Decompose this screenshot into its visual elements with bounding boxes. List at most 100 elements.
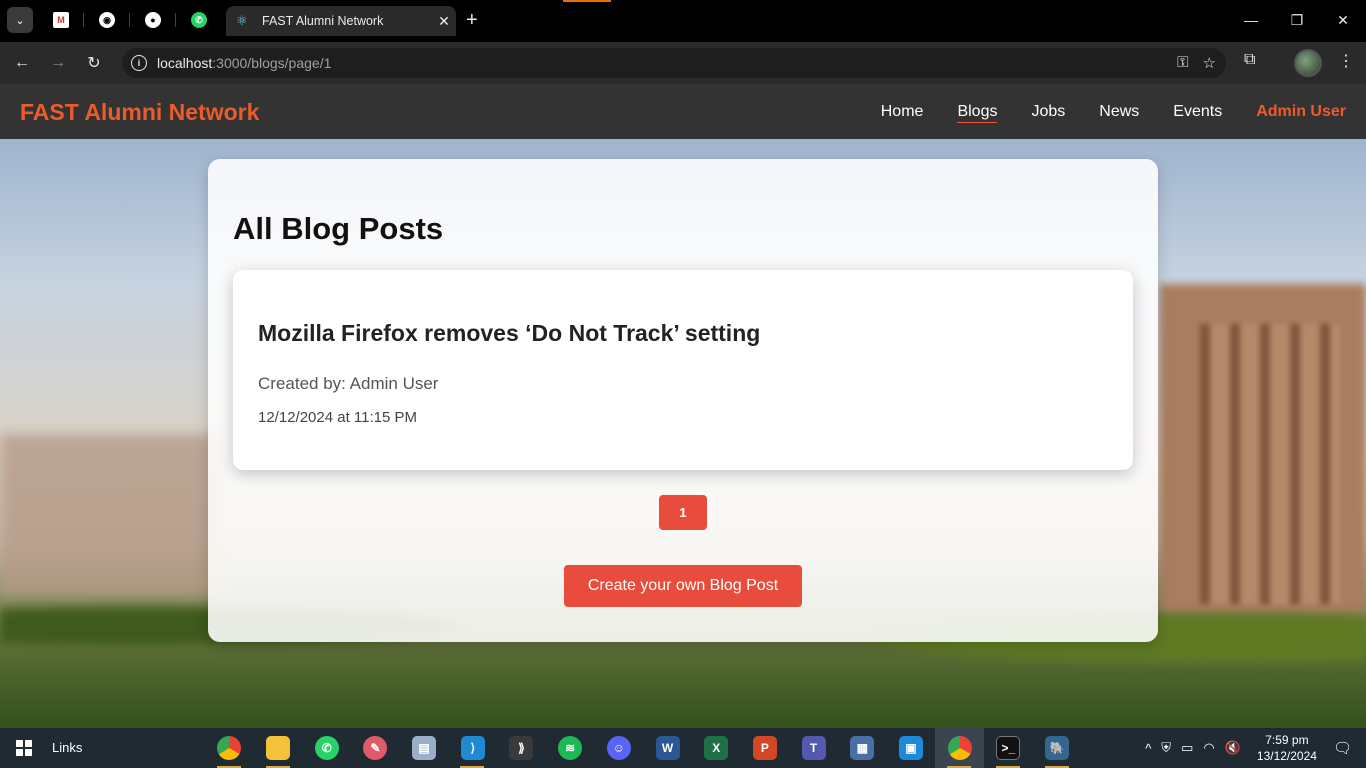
blog-list-panel: All Blog Posts Mozilla Firefox removes ‘… [208,159,1158,642]
blog-post-card[interactable]: Mozilla Firefox removes ‘Do Not Track’ s… [233,270,1133,470]
vscode-icon: ⟩ [460,736,485,760]
tab-search-button[interactable]: ⌄ [7,7,33,33]
clock-date: 13/12/2024 [1256,749,1317,763]
web-page: FAST Alumni Network Home Blogs Jobs News… [0,84,1366,728]
security-icon[interactable]: ⛨ [1161,740,1171,756]
taskbar-excel[interactable]: X [692,728,741,768]
extensions-icon[interactable]: ⧉ [1244,51,1255,69]
vmware-icon: ▣ [898,736,923,760]
gmail-icon: M [53,12,69,28]
arrow-left-icon: ← [14,54,30,71]
taskbar-clock[interactable]: 7:59 pm 13/12/2024 [1257,732,1317,764]
taskbar-whatsapp[interactable]: ✆ [302,728,351,768]
taskbar-file-explorer[interactable] [254,728,303,768]
forward-button[interactable]: → [45,51,71,75]
taskbar-paint[interactable]: ✎ [351,728,400,768]
more-menu-icon[interactable]: ⋮ [1338,51,1354,71]
site-info-icon[interactable]: i [131,55,147,71]
whatsapp-icon: ✆ [191,12,207,28]
close-window-button[interactable]: ✕ [1320,0,1366,40]
site-brand[interactable]: FAST Alumni Network [20,99,259,126]
blog-post-title[interactable]: Mozilla Firefox removes ‘Do Not Track’ s… [258,320,760,347]
pagination-page-button[interactable]: 1 [659,495,707,530]
volume-muted-icon[interactable]: 🔇 [1225,740,1241,756]
back-button[interactable]: ← [9,51,35,75]
password-key-icon[interactable]: ⚿ [1177,54,1188,72]
nav-blogs[interactable]: Blogs [957,103,998,123]
taskbar-chrome[interactable] [205,728,254,768]
chrome-icon [217,736,242,760]
github-icon: ● [145,12,161,28]
pinned-tab-chatgpt[interactable]: ◉ [84,7,130,33]
reload-button[interactable]: ↻ [81,51,107,75]
blog-post-author: Created by: Admin User [258,374,439,393]
notifications-icon[interactable]: 🗨 [1333,739,1352,757]
pinned-tab-github[interactable]: ● [130,7,176,33]
react-icon: ⚛ [236,13,248,28]
photo-viewer-icon: ▤ [412,736,437,760]
discord-icon: ☺ [606,736,631,760]
powerpoint-icon: P [752,736,777,760]
taskbar-powerpoint[interactable]: P [741,728,790,768]
restore-button[interactable]: ❐ [1274,0,1320,40]
taskbar-vscode[interactable]: ⟩ [448,728,497,768]
whatsapp-icon: ✆ [314,736,339,760]
taskbar-photo-viewer[interactable]: ▤ [400,728,449,768]
tab-title: FAST Alumni Network [262,14,384,28]
clock-time: 7:59 pm [1265,733,1309,747]
url-host: localhost [157,55,213,71]
taskbar-discord[interactable]: ☺ [595,728,644,768]
close-tab-icon[interactable]: ✕ [432,13,456,30]
system-tray: ^ ⛨ ▭ ◠ 🔇 7:59 pm 13/12/2024 🗨 [1135,728,1352,768]
excel-icon: X [704,736,729,760]
nav-home[interactable]: Home [881,103,924,123]
tab-active[interactable]: ⚛ FAST Alumni Network ✕ [226,6,456,36]
taskbar-calculator[interactable]: ▦ [838,728,887,768]
nav-events[interactable]: Events [1173,103,1222,123]
word-icon: W [655,736,680,760]
spotify-icon: ≋ [558,736,583,760]
taskbar-chrome-active[interactable] [935,728,984,768]
pinned-tab-gmail[interactable]: M [38,7,84,33]
pinned-tab-whatsapp[interactable]: ✆ [176,7,222,33]
taskbar-word[interactable]: W [643,728,692,768]
profile-avatar[interactable] [1294,49,1322,77]
chevron-up-icon[interactable]: ^ [1145,741,1151,756]
browser-tab-strip: ⌄ M ◉ ● ✆ ⚛ FAST Alumni Network ✕ + — ❐ … [0,0,1366,42]
taskbar-teams[interactable]: T [789,728,838,768]
create-blog-post-button[interactable]: Create your own Blog Post [564,565,802,607]
minimize-button[interactable]: — [1228,0,1274,40]
browser-toolbar: ← → ↻ i localhost:3000/blogs/page/1 ⚿ ☆ … [0,42,1366,84]
reload-icon: ↻ [87,55,101,72]
postgres-icon: 🐘 [1045,736,1070,760]
address-bar[interactable]: i localhost:3000/blogs/page/1 ⚿ ☆ [122,48,1226,78]
nav-menu: Home Blogs Jobs News Events Admin User [881,103,1346,123]
terminal-icon: >_ [996,736,1021,760]
bookmark-star-icon[interactable]: ☆ [1203,54,1216,72]
blog-post-date: 12/12/2024 at 11:15 PM [258,409,418,426]
new-tab-button[interactable]: + [466,9,478,31]
taskbar-postgres[interactable]: 🐘 [1033,728,1082,768]
file-explorer-icon [266,736,291,760]
battery-icon[interactable]: ▭ [1181,740,1193,756]
git-icon: ⟫ [509,736,534,760]
wifi-icon[interactable]: ◠ [1203,740,1214,756]
page-title: All Blog Posts [233,211,444,246]
windows-start-icon[interactable] [16,740,32,756]
nav-admin-user[interactable]: Admin User [1256,103,1346,123]
nav-news[interactable]: News [1099,103,1139,123]
site-navbar: FAST Alumni Network Home Blogs Jobs News… [0,84,1366,139]
paint-icon: ✎ [363,736,388,760]
taskbar-apps: ✆ ✎ ▤ ⟩ ⟫ ≋ ☺ W X P T ▦ ▣ >_ 🐘 [205,728,1081,768]
taskbar-spotify[interactable]: ≋ [546,728,595,768]
taskbar-git[interactable]: ⟫ [497,728,546,768]
chrome-active-icon [947,736,972,760]
tab-accent-line [563,0,611,2]
taskbar-vmware[interactable]: ▣ [887,728,936,768]
calculator-icon: ▦ [850,736,875,760]
url-path: :3000/blogs/page/1 [212,55,332,71]
links-toolbar[interactable]: Links [52,740,82,755]
taskbar-terminal[interactable]: >_ [984,728,1033,768]
nav-jobs[interactable]: Jobs [1031,103,1065,123]
chatgpt-icon: ◉ [99,12,115,28]
